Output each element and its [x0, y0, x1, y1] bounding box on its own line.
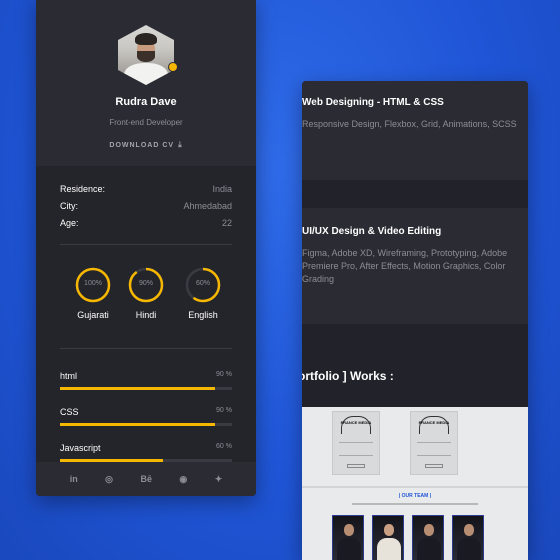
language-label: Hindi — [135, 310, 157, 320]
service-title: Web Designing - HTML & CSS — [302, 97, 444, 108]
dribbble-icon[interactable]: ◎ — [105, 474, 113, 485]
info-value: India — [212, 184, 232, 194]
service-card: Web Designing - HTML & CSS Responsive De… — [302, 81, 528, 180]
poster-image: FRANCE MEDIA — [410, 411, 458, 475]
service-title: UI/UX Design & Video Editing — [302, 226, 442, 237]
team-title: | OUR TEAM | — [398, 493, 432, 499]
content-panel: Web Designing - HTML & CSS Responsive De… — [302, 81, 528, 560]
online-status-dot — [168, 62, 178, 72]
skill-item: CSS 90 % — [60, 407, 232, 443]
info-row: Residence: India — [60, 184, 232, 201]
behance-icon[interactable]: Bē — [140, 474, 152, 484]
social-links: in ◎ Bē ◉ ✦ — [36, 462, 256, 496]
language-label: English — [188, 310, 218, 320]
skill-label: Javascript — [60, 443, 101, 453]
avatar — [118, 25, 178, 85]
language-percent: 100% — [84, 280, 102, 287]
info-key: City: — [60, 201, 78, 211]
skill-fill — [60, 423, 215, 426]
download-icon: ⤓ — [178, 140, 183, 149]
skill-percent: 90 % — [216, 371, 232, 378]
info-key: Age: — [60, 218, 79, 228]
language-skills: 100% Gujarati 90% Hindi 60% English — [60, 266, 232, 336]
team-member-photo — [372, 515, 404, 560]
team-member-photo — [332, 515, 364, 560]
language-gauge: 60% English — [178, 266, 228, 320]
divider — [60, 348, 232, 349]
divider — [60, 244, 232, 245]
poster-image: FRANCE MEDIA — [332, 411, 380, 475]
github-icon[interactable]: ◉ — [179, 474, 187, 485]
skill-label: html — [60, 371, 78, 381]
skill-item: html 90 % — [60, 371, 232, 407]
language-percent: 90% — [138, 280, 153, 287]
info-key: Residence: — [60, 184, 106, 194]
language-gauge: 90% Hindi — [121, 266, 171, 320]
info-row: City: Ahmedabad — [60, 201, 232, 218]
personal-info: Residence: India City: Ahmedabad Age: 22 — [60, 184, 232, 235]
skill-fill — [60, 387, 215, 390]
info-value: 22 — [221, 218, 232, 228]
service-card: UI/UX Design & Video Editing Figma, Adob… — [302, 208, 528, 324]
team-subtitle-line — [352, 503, 478, 505]
info-row: Age: 22 — [60, 218, 232, 235]
skill-percent: 60 % — [216, 443, 232, 450]
portfolio-thumbnail[interactable]: FRANCE MEDIA FRANCE MEDIA | OUR TEAM | — [302, 407, 528, 560]
twitter-icon[interactable]: ✦ — [215, 474, 223, 485]
service-description: Figma, Adobe XD, Wireframing, Prototypin… — [302, 248, 508, 284]
skill-label: CSS — [60, 407, 79, 417]
team-member-photo — [412, 515, 444, 560]
profile-card: Rudra Dave Front-end Developer DOWNLOAD … — [36, 0, 256, 496]
works-title: ortfolio ] Works : — [302, 369, 394, 383]
team-member-photo — [452, 515, 484, 560]
info-value: Ahmedabad — [183, 201, 232, 211]
service-description: Responsive Design, Flexbox, Grid, Animat… — [302, 119, 517, 129]
avatar-photo — [118, 25, 174, 85]
download-cv-label: DOWNLOAD CV — [109, 142, 175, 149]
language-label: Gujarati — [77, 310, 109, 320]
skill-percent: 90 % — [216, 407, 232, 414]
language-percent: 60% — [195, 280, 210, 287]
language-gauge: 100% Gujarati — [68, 266, 118, 320]
poster-text: FRANCE MEDIA — [340, 420, 372, 425]
profile-role: Front-end Developer — [109, 118, 183, 127]
profile-name: Rudra Dave — [115, 96, 177, 108]
skill-track — [60, 387, 232, 390]
linkedin-icon[interactable]: in — [70, 474, 78, 484]
poster-text: FRANCE MEDIA — [418, 420, 450, 425]
download-cv-button[interactable]: DOWNLOAD CV ⤓ — [36, 140, 256, 150]
divider — [302, 486, 528, 488]
profile-header: Rudra Dave Front-end Developer DOWNLOAD … — [36, 0, 256, 166]
skill-track — [60, 423, 232, 426]
